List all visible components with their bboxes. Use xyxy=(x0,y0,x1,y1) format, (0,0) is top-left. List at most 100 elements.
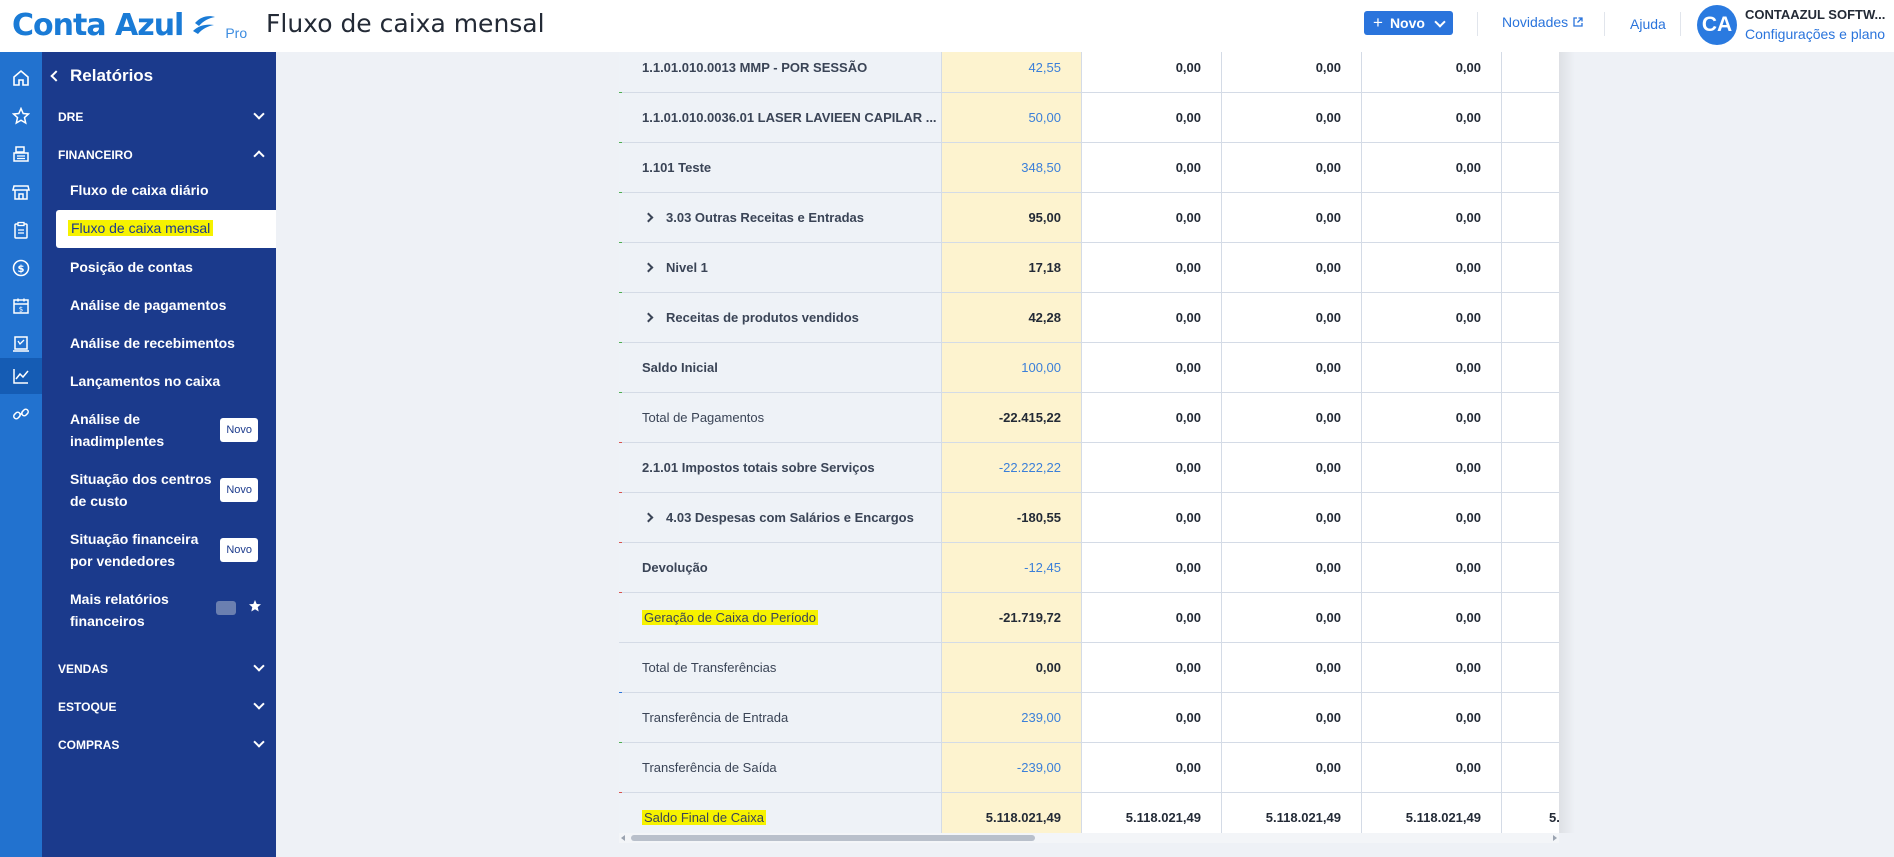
value-cell[interactable]: 239,00 xyxy=(942,693,1082,742)
dollar-icon[interactable]: $ xyxy=(0,250,42,286)
row-label: Transferência de Entrada xyxy=(619,693,942,742)
help-link[interactable]: Ajuda xyxy=(1630,16,1666,32)
row-label: 4.03 Despesas com Salários e Encargos xyxy=(666,510,914,525)
value-cell: 0,00 xyxy=(1222,243,1362,292)
sidebar-item-analise-pagamentos[interactable]: Análise de pagamentos xyxy=(70,294,276,316)
company-name: CONTAAZUL SOFTW... xyxy=(1745,7,1886,22)
receipt-icon[interactable] xyxy=(0,326,42,362)
value-cell: 0,00 xyxy=(1222,343,1362,392)
logo-text: Conta Azul xyxy=(12,7,184,43)
top-bar: Conta Azul Pro Fluxo de caixa mensal + N… xyxy=(0,0,1894,52)
value-cell: 0,00 xyxy=(1082,52,1222,92)
chevron-right-icon[interactable] xyxy=(643,262,654,273)
value-cell[interactable]: 50,00 xyxy=(942,93,1082,142)
row-label: 1.101 Teste xyxy=(619,143,942,192)
value-cell xyxy=(1502,493,1559,542)
row-label-cell: Geração de Caixa do Período xyxy=(619,593,942,642)
home-icon[interactable] xyxy=(0,60,42,96)
value-cell: 5.118.021,49 xyxy=(942,793,1082,833)
cash-flow-table: 1.1.01.010.0013 MMP - POR SESSÃO 42,55 0… xyxy=(619,52,1559,833)
store-icon[interactable] xyxy=(0,174,42,210)
page-title: Fluxo de caixa mensal xyxy=(266,9,545,38)
value-cell: 0,00 xyxy=(1222,193,1362,242)
clipboard-icon[interactable] xyxy=(0,212,42,248)
section-compras[interactable]: COMPRAS xyxy=(58,736,266,752)
chevron-right-icon[interactable] xyxy=(643,212,654,223)
horizontal-scrollbar[interactable] xyxy=(619,833,1559,843)
value-cell[interactable]: 42,55 xyxy=(942,52,1082,92)
value-cell[interactable]: -239,00 xyxy=(942,743,1082,792)
row-label: Geração de Caixa do Período xyxy=(642,610,818,625)
value-cell[interactable]: 348,50 xyxy=(942,143,1082,192)
section-label: VENDAS xyxy=(58,662,109,676)
chevron-right-icon[interactable] xyxy=(643,312,654,323)
section-label: DRE xyxy=(58,110,84,124)
scroll-right-arrow-icon[interactable] xyxy=(1553,835,1557,841)
sidebar-item-inadimplentes[interactable]: Análise de inadimplentes Novo xyxy=(70,408,276,452)
row-label: Total de Pagamentos xyxy=(619,393,942,442)
value-cell xyxy=(1502,243,1559,292)
table-row: Total de Pagamentos -22.415,22 0,00 0,00… xyxy=(619,393,1559,443)
value-cell: 0,00 xyxy=(1362,393,1502,442)
value-cell: 0,00 xyxy=(1362,443,1502,492)
premium-toggle[interactable] xyxy=(216,601,236,615)
plan-settings-link[interactable]: Configurações e plano xyxy=(1745,26,1885,42)
chart-icon[interactable] xyxy=(0,358,42,394)
logo-mark-icon xyxy=(193,16,216,34)
new-button-label: Novo xyxy=(1389,15,1425,31)
avatar[interactable]: CA xyxy=(1697,5,1737,45)
star-icon[interactable] xyxy=(248,599,262,613)
section-estoque[interactable]: ESTOQUE xyxy=(58,698,266,714)
sidebar-item-fluxo-mensal[interactable]: Fluxo de caixa mensal xyxy=(56,210,276,248)
news-link[interactable]: Novidades xyxy=(1502,14,1583,30)
cash-register-icon[interactable] xyxy=(0,136,42,172)
section-vendas[interactable]: VENDAS xyxy=(58,660,266,676)
row-label: Total de Transferências xyxy=(619,643,942,692)
new-button[interactable]: + Novo xyxy=(1364,11,1453,35)
value-cell xyxy=(1502,193,1559,242)
sidebar-item-mais-relatorios[interactable]: Mais relatórios financeiros xyxy=(70,588,276,632)
section-label: ESTOQUE xyxy=(58,700,117,714)
value-cell xyxy=(1502,643,1559,692)
conta-azul-logo[interactable]: Conta Azul Pro xyxy=(12,5,247,45)
sidebar-item-posicao-contas[interactable]: Posição de contas xyxy=(70,256,276,278)
row-label-expandable[interactable]: 4.03 Despesas com Salários e Encargos xyxy=(619,493,942,542)
calendar-icon[interactable]: $ xyxy=(0,288,42,324)
value-cell xyxy=(1502,693,1559,742)
value-cell: 0,00 xyxy=(942,643,1082,692)
value-cell xyxy=(1502,393,1559,442)
star-icon[interactable] xyxy=(0,98,42,134)
value-cell[interactable]: -12,45 xyxy=(942,543,1082,592)
link-icon[interactable] xyxy=(0,396,42,432)
row-label-expandable[interactable]: Nivel 1 xyxy=(619,243,942,292)
sidebar-item-vendedores[interactable]: Situação financeira por vendedores Novo xyxy=(70,528,276,572)
section-dre[interactable]: DRE xyxy=(58,108,266,124)
sidebar-back[interactable]: Relatórios xyxy=(50,66,153,86)
value-cell: 0,00 xyxy=(1362,693,1502,742)
row-label-expandable[interactable]: Receitas de produtos vendidos xyxy=(619,293,942,342)
chevron-down-icon xyxy=(253,698,265,710)
value-cell: 5.118.021,49 xyxy=(1222,793,1362,833)
sidebar-item-centros-custo[interactable]: Situação dos centros de custo Novo xyxy=(70,468,276,512)
sidebar-item-analise-recebimentos[interactable]: Análise de recebimentos xyxy=(70,332,276,354)
chevron-right-icon[interactable] xyxy=(643,512,654,523)
value-cell xyxy=(1502,593,1559,642)
value-cell: 0,00 xyxy=(1222,543,1362,592)
sidebar-item-lancamentos-caixa[interactable]: Lançamentos no caixa xyxy=(70,370,276,392)
row-label: 3.03 Outras Receitas e Entradas xyxy=(666,210,864,225)
value-cell[interactable]: 100,00 xyxy=(942,343,1082,392)
row-label-cell: Saldo Final de Caixa xyxy=(619,793,942,833)
sidebar-item-fluxo-diario[interactable]: Fluxo de caixa diário xyxy=(70,179,276,201)
value-cell: 5.118.021,49 xyxy=(1082,793,1222,833)
value-cell[interactable]: -22.222,22 xyxy=(942,443,1082,492)
value-cell: 0,00 xyxy=(1222,643,1362,692)
value-cell: 0,00 xyxy=(1362,293,1502,342)
row-label-expandable[interactable]: 3.03 Outras Receitas e Entradas xyxy=(619,193,942,242)
chevron-up-icon xyxy=(253,150,265,162)
logo-pro-badge: Pro xyxy=(225,25,248,41)
value-cell xyxy=(1502,743,1559,792)
new-badge: Novo xyxy=(220,478,258,502)
scroll-left-arrow-icon[interactable] xyxy=(621,835,625,841)
scrollbar-thumb[interactable] xyxy=(631,835,1035,841)
section-financeiro[interactable]: FINANCEIRO xyxy=(58,148,266,162)
